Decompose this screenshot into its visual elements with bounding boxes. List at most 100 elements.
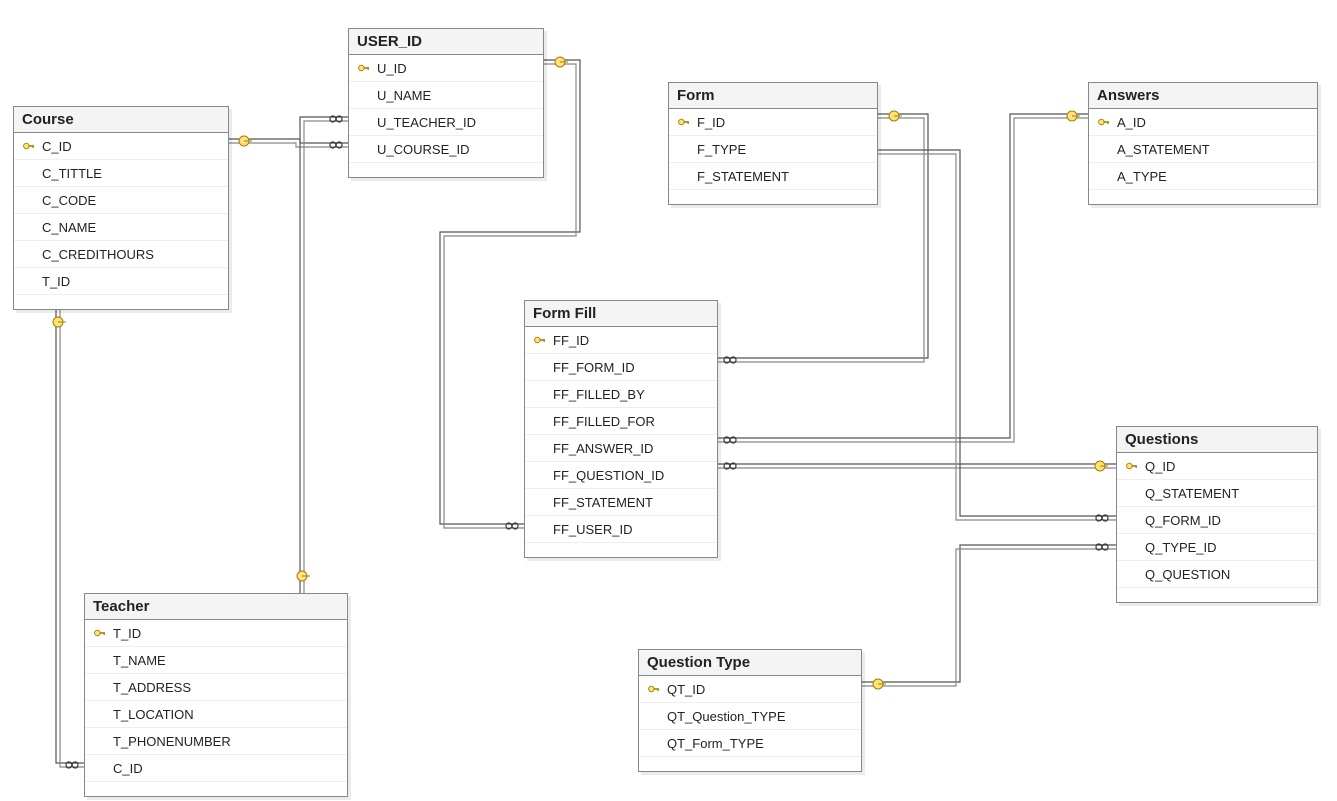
column-name: C_ID <box>38 139 72 154</box>
column-row[interactable]: QT_Form_TYPE <box>639 730 861 757</box>
rel-questions-to-formfill <box>716 461 1116 471</box>
column-name: FF_USER_ID <box>549 522 632 537</box>
column-row[interactable]: FF_STATEMENT <box>525 489 717 516</box>
column-name: U_TEACHER_ID <box>373 115 476 130</box>
column-name: A_STATEMENT <box>1113 142 1210 157</box>
rel-course-to-teacher <box>53 306 84 768</box>
column-name: C_CODE <box>38 193 96 208</box>
column-row[interactable]: T_ID <box>85 620 347 647</box>
column-row[interactable]: C_CREDITHOURS <box>14 241 228 268</box>
entity-form[interactable]: FormF_IDF_TYPEF_STATEMENT <box>668 82 878 205</box>
entity-questions[interactable]: QuestionsQ_IDQ_STATEMENTQ_FORM_IDQ_TYPE_… <box>1116 426 1318 603</box>
column-row[interactable]: Q_QUESTION <box>1117 561 1317 588</box>
column-name: Q_QUESTION <box>1141 567 1230 582</box>
column-row[interactable]: F_ID <box>669 109 877 136</box>
column-row[interactable]: T_NAME <box>85 647 347 674</box>
column-row[interactable]: FF_FILLED_FOR <box>525 408 717 435</box>
entity-title: Course <box>14 107 228 133</box>
column-row[interactable]: A_STATEMENT <box>1089 136 1317 163</box>
column-row[interactable]: FF_ID <box>525 327 717 354</box>
column-row[interactable]: T_LOCATION <box>85 701 347 728</box>
column-row[interactable]: QT_Question_TYPE <box>639 703 861 730</box>
column-row[interactable]: C_ID <box>85 755 347 782</box>
column-row[interactable]: FF_USER_ID <box>525 516 717 543</box>
entity-footer <box>669 190 877 204</box>
entity-footer <box>85 782 347 796</box>
column-name: T_ID <box>109 626 141 641</box>
column-row[interactable]: Q_TYPE_ID <box>1117 534 1317 561</box>
column-row[interactable]: C_NAME <box>14 214 228 241</box>
rel-teacher-to-userid <box>297 116 348 593</box>
entity-footer <box>639 757 861 771</box>
entity-answers[interactable]: Answers A_ID A_STATEMENT A_TYPE <box>1088 82 1318 205</box>
entity-footer <box>1117 588 1317 602</box>
column-row[interactable]: C_TITTLE <box>14 160 228 187</box>
column-name: FF_FILLED_BY <box>549 387 645 402</box>
entity-course[interactable]: Course C_ID C_TITTLE C_CODE C_NAME C_CREDITHO… <box>13 106 229 310</box>
column-name: Q_ID <box>1141 459 1175 474</box>
column-row[interactable]: A_TYPE <box>1089 163 1317 190</box>
column-row[interactable]: U_COURSE_ID <box>349 136 543 163</box>
column-name: T_ID <box>38 274 70 289</box>
column-name: Q_TYPE_ID <box>1141 540 1217 555</box>
column-name: FF_ANSWER_ID <box>549 441 653 456</box>
column-name: QT_ID <box>663 682 705 697</box>
column-row[interactable]: Q_STATEMENT <box>1117 480 1317 507</box>
entity-footer <box>525 543 717 557</box>
column-row[interactable]: U_ID <box>349 55 543 82</box>
column-row[interactable]: C_CODE <box>14 187 228 214</box>
entity-teacher[interactable]: TeacherT_IDT_NAMET_ADDRESST_LOCATIONT_PH… <box>84 593 348 797</box>
column-name: Q_FORM_ID <box>1141 513 1221 528</box>
column-name: C_ID <box>109 761 143 776</box>
primary-key-icon <box>1095 115 1113 129</box>
primary-key-icon <box>675 115 693 129</box>
column-row[interactable]: U_NAME <box>349 82 543 109</box>
primary-key-icon <box>1123 459 1141 473</box>
column-name: A_ID <box>1113 115 1146 130</box>
column-name: U_ID <box>373 61 407 76</box>
primary-key-icon <box>91 626 109 640</box>
column-name: T_ADDRESS <box>109 680 191 695</box>
column-row[interactable]: T_PHONENUMBER <box>85 728 347 755</box>
column-row[interactable]: FF_QUESTION_ID <box>525 462 717 489</box>
rel-form-to-questions <box>876 150 1116 521</box>
column-row[interactable]: Q_ID <box>1117 453 1317 480</box>
column-row[interactable]: FF_ANSWER_ID <box>525 435 717 462</box>
column-name: F_ID <box>693 115 725 130</box>
column-row[interactable]: T_ADDRESS <box>85 674 347 701</box>
column-row[interactable]: F_STATEMENT <box>669 163 877 190</box>
entity-title: Form Fill <box>525 301 717 327</box>
column-name: Q_STATEMENT <box>1141 486 1239 501</box>
entity-title: Question Type <box>639 650 861 676</box>
column-name: C_TITTLE <box>38 166 102 181</box>
column-row[interactable]: FF_FORM_ID <box>525 354 717 381</box>
column-name: QT_Form_TYPE <box>663 736 764 751</box>
column-row[interactable]: FF_FILLED_BY <box>525 381 717 408</box>
column-row[interactable]: QT_ID <box>639 676 861 703</box>
entity-form_fill[interactable]: Form Fill FF_ID FF_FORM_ID FF_FILLED_BY FF_F… <box>524 300 718 558</box>
column-name: U_NAME <box>373 88 431 103</box>
column-name: FF_QUESTION_ID <box>549 468 664 483</box>
entity-footer <box>14 295 228 309</box>
column-row[interactable]: C_ID <box>14 133 228 160</box>
column-name: T_NAME <box>109 653 166 668</box>
column-row[interactable]: T_ID <box>14 268 228 295</box>
rel-course-to-userid <box>227 136 348 148</box>
entity-footer <box>349 163 543 177</box>
primary-key-icon <box>645 682 663 696</box>
rel-qtype-to-questions <box>860 544 1116 689</box>
column-row[interactable]: U_TEACHER_ID <box>349 109 543 136</box>
entity-user_id[interactable]: USER_IDU_IDU_NAMEU_TEACHER_IDU_COURSE_ID <box>348 28 544 178</box>
column-name: FF_ID <box>549 333 589 348</box>
column-name: U_COURSE_ID <box>373 142 469 157</box>
column-row[interactable]: Q_FORM_ID <box>1117 507 1317 534</box>
column-row[interactable]: F_TYPE <box>669 136 877 163</box>
column-name: C_CREDITHOURS <box>38 247 154 262</box>
primary-key-icon <box>355 61 373 75</box>
column-name: F_STATEMENT <box>693 169 789 184</box>
column-name: A_TYPE <box>1113 169 1167 184</box>
column-row[interactable]: A_ID <box>1089 109 1317 136</box>
entity-title: Answers <box>1089 83 1317 109</box>
column-name: C_NAME <box>38 220 96 235</box>
entity-question_type[interactable]: Question Type QT_ID QT_Question_TYPE QT_For… <box>638 649 862 772</box>
